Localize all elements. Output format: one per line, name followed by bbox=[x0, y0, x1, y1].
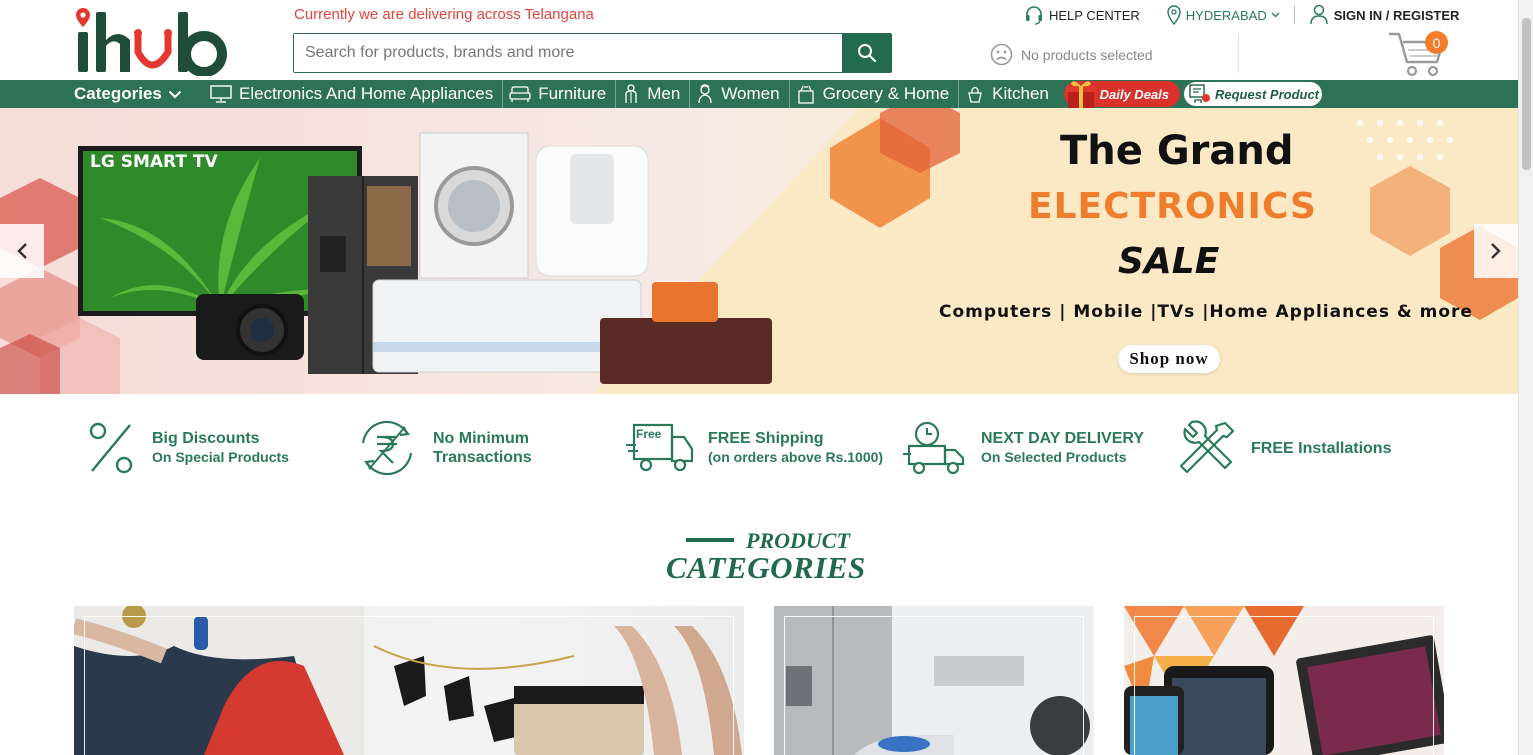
feature-text: FREE Shipping (on orders above Rs.1000) bbox=[708, 429, 883, 467]
banner-title: The Grand bbox=[1060, 128, 1294, 174]
daily-deals-button[interactable]: Daily Deals bbox=[1064, 81, 1180, 108]
banner-tagline: Computers | Mobile |TVs |Home Appliances… bbox=[939, 302, 1473, 322]
tools-icon bbox=[1179, 420, 1235, 474]
ihub-logo[interactable] bbox=[74, 6, 229, 76]
card-frame bbox=[784, 616, 1084, 755]
city-selector[interactable]: HYDERABAD bbox=[1166, 5, 1280, 25]
feature-title: No Minimum bbox=[433, 430, 529, 447]
headset-icon bbox=[1026, 6, 1042, 25]
feature-text: NEXT DAY DELIVERY On Selected Products bbox=[981, 429, 1144, 467]
banner-sale-text: SALE bbox=[1118, 241, 1220, 282]
feature-subtitle: On Special Products bbox=[152, 449, 289, 465]
nav-item-label: Men bbox=[647, 84, 681, 103]
page: Currently we are delivering across Telan… bbox=[0, 0, 1533, 755]
nav-item-label: Women bbox=[721, 84, 780, 103]
chevron-left-icon bbox=[17, 243, 27, 259]
top-links: HELP CENTER HYDERABAD SIGN IN / REGISTER bbox=[1024, 4, 1459, 26]
feature-free-shipping: Free FREE Shipping (on orders above Rs.1… bbox=[626, 418, 883, 478]
search-button[interactable] bbox=[842, 34, 891, 72]
feature-title: FREE Installations bbox=[1251, 439, 1392, 457]
feature-title: NEXT DAY DELIVERY bbox=[981, 430, 1145, 447]
sad-face-icon bbox=[990, 43, 1013, 66]
signin-register-link[interactable]: SIGN IN / REGISTER bbox=[1309, 4, 1460, 26]
man-icon bbox=[625, 84, 637, 103]
divider bbox=[1293, 6, 1295, 24]
chevron-down-icon bbox=[1271, 12, 1280, 18]
divider bbox=[1238, 33, 1239, 73]
category-card-mobiles-laptops[interactable] bbox=[1124, 606, 1444, 755]
feature-subtitle: (on orders above Rs.1000) bbox=[708, 449, 884, 465]
delivery-note: Currently we are delivering across Telan… bbox=[294, 6, 594, 23]
product-status: No products selected bbox=[990, 43, 1153, 66]
nav-item-label: Grocery & Home bbox=[822, 84, 950, 103]
request-product-button[interactable]: Request Product bbox=[1184, 82, 1322, 106]
chevron-right-icon bbox=[1491, 243, 1501, 259]
hero-banner[interactable]: LG SMART TV The Grand ELECTRONICS SALE C… bbox=[0, 108, 1518, 394]
free-truck-icon: Free bbox=[626, 423, 694, 472]
feature-text: Big Discounts On Special Products bbox=[152, 429, 289, 467]
svg-text:Free: Free bbox=[636, 427, 662, 441]
page-scrollbar[interactable] bbox=[1518, 0, 1533, 755]
feature-title: FREE Shipping bbox=[708, 430, 824, 447]
feature-text: No Minimum Transactions bbox=[433, 429, 532, 467]
help-center-label: HELP CENTER bbox=[1049, 7, 1140, 23]
daily-deals-label: Daily Deals bbox=[1099, 86, 1169, 102]
feature-title: Big Discounts bbox=[152, 430, 260, 447]
city-label: HYDERABAD bbox=[1185, 7, 1267, 23]
grocery-bag-icon bbox=[797, 85, 814, 104]
nav-item-furniture[interactable]: Furniture bbox=[502, 80, 615, 108]
categories-menu[interactable]: Categories bbox=[74, 80, 182, 108]
woman-icon bbox=[698, 84, 712, 104]
help-center-link[interactable]: HELP CENTER bbox=[1024, 5, 1140, 25]
map-pin-icon bbox=[1167, 5, 1181, 25]
category-card-fashion[interactable] bbox=[74, 606, 744, 755]
feature-next-day-delivery: NEXT DAY DELIVERY On Selected Products bbox=[903, 418, 1144, 478]
banner-subtitle: ELECTRONICS bbox=[1028, 186, 1317, 227]
gift-icon bbox=[1066, 81, 1096, 108]
no-products-text: No products selected bbox=[1021, 46, 1153, 63]
carousel-next-button[interactable] bbox=[1474, 224, 1518, 278]
nav-item-label: Electronics And Home Appliances bbox=[239, 84, 494, 103]
cart-count-badge: 0 bbox=[1425, 31, 1448, 54]
shop-now-button[interactable]: Shop now bbox=[1118, 345, 1220, 373]
scrollbar-thumb[interactable] bbox=[1522, 18, 1531, 170]
feature-free-installations: FREE Installations bbox=[1179, 418, 1391, 478]
sofa-icon bbox=[509, 86, 531, 102]
heading-accent-line bbox=[686, 538, 734, 542]
nav-items: Electronics And Home Appliances Furnitur… bbox=[204, 80, 1058, 108]
request-product-icon bbox=[1189, 84, 1210, 103]
feature-subtitle: Transactions bbox=[433, 449, 532, 466]
nav-item-electronics[interactable]: Electronics And Home Appliances bbox=[204, 80, 502, 108]
delivery-truck-icon bbox=[903, 421, 965, 475]
monitor-icon bbox=[210, 85, 232, 103]
nav-item-women[interactable]: Women bbox=[689, 80, 788, 108]
card-frame bbox=[1134, 616, 1434, 755]
nav-item-men[interactable]: Men bbox=[615, 80, 689, 108]
feature-subtitle: On Selected Products bbox=[981, 449, 1127, 465]
feature-big-discounts: Big Discounts On Special Products bbox=[86, 418, 289, 478]
kitchen-icon bbox=[968, 86, 982, 103]
signin-label: SIGN IN / REGISTER bbox=[1333, 7, 1460, 23]
category-card-appliances[interactable] bbox=[774, 606, 1094, 755]
feature-text: FREE Installations bbox=[1251, 439, 1391, 458]
search-input[interactable] bbox=[294, 34, 842, 72]
chevron-down-icon bbox=[168, 90, 182, 98]
nav-item-label: Kitchen bbox=[992, 84, 1049, 103]
user-icon bbox=[1309, 4, 1328, 25]
categories-label: Categories bbox=[74, 84, 162, 103]
rupee-cycle-icon bbox=[361, 420, 413, 476]
heading-bottom: CATEGORIES bbox=[666, 550, 866, 585]
request-product-label: Request Product bbox=[1215, 86, 1320, 102]
nav-item-grocery-home[interactable]: Grocery & Home bbox=[788, 80, 959, 108]
nav-item-label: Furniture bbox=[538, 84, 607, 103]
search-icon bbox=[857, 44, 876, 63]
carousel-prev-button[interactable] bbox=[0, 224, 44, 278]
nav-item-kitchen[interactable]: Kitchen bbox=[958, 80, 1058, 108]
percent-icon bbox=[89, 422, 133, 474]
tv-brand-label: LG SMART TV bbox=[90, 152, 218, 172]
site-header: Currently we are delivering across Telan… bbox=[0, 0, 1518, 80]
feature-no-minimum: No Minimum Transactions bbox=[355, 418, 532, 478]
search-box bbox=[293, 33, 892, 73]
card-frame bbox=[84, 616, 734, 755]
